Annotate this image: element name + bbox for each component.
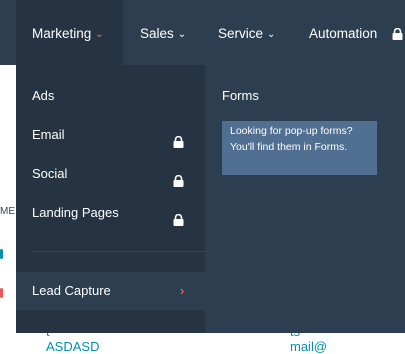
- menu-item-landing-pages[interactable]: Landing Pages: [16, 198, 205, 228]
- row-indicator: [0, 249, 3, 259]
- marketing-dropdown: Ads Email Social Landing Pages Lead Capt…: [16, 65, 405, 333]
- forms-link[interactable]: Forms: [222, 88, 259, 103]
- nav-sales[interactable]: Sales ⌄: [140, 0, 186, 65]
- nav-service[interactable]: Service ⌄: [218, 0, 275, 65]
- lock-icon: [173, 207, 184, 237]
- menu-item-label: Landing Pages: [32, 205, 119, 220]
- menu-item-label: Email: [32, 127, 65, 142]
- lock-icon: [392, 27, 403, 45]
- menu-item-email[interactable]: Email: [16, 120, 205, 150]
- top-navigation: Marketing ⌄ Sales ⌄ Service ⌄ Automation: [0, 0, 405, 65]
- nav-sales-label: Sales: [140, 26, 174, 41]
- menu-item-ads[interactable]: Ads: [16, 81, 205, 111]
- row-indicator: [0, 288, 3, 298]
- nav-marketing[interactable]: Marketing ⌄: [16, 0, 123, 65]
- menu-item-label: Lead Capture: [32, 283, 111, 298]
- chevron-down-icon: ⌄: [177, 29, 187, 40]
- chevron-down-icon: ⌄: [95, 29, 104, 40]
- nav-automation[interactable]: Automation: [309, 0, 377, 65]
- dropdown-right-column: Forms Looking for pop-up forms? You'll f…: [205, 65, 405, 333]
- lock-icon: [173, 168, 184, 198]
- dropdown-left-column: Ads Email Social Landing Pages Lead Capt…: [16, 65, 205, 333]
- nav-automation-label: Automation: [309, 26, 378, 41]
- chevron-down-icon: ⌄: [267, 29, 276, 40]
- menu-item-lead-capture[interactable]: Lead Capture ›: [16, 272, 205, 310]
- chevron-right-icon: ›: [180, 283, 185, 298]
- lock-icon: [173, 129, 184, 159]
- menu-item-label: Ads: [32, 88, 55, 103]
- column-header-fragment: ME: [0, 206, 15, 217]
- forms-tip-box: Looking for pop-up forms? You'll find th…: [222, 121, 377, 175]
- nav-service-label: Service: [218, 26, 264, 41]
- menu-item-social[interactable]: Social: [16, 159, 205, 189]
- menu-divider: [32, 251, 205, 252]
- menu-item-label: Social: [32, 166, 68, 181]
- nav-marketing-label: Marketing: [32, 26, 92, 41]
